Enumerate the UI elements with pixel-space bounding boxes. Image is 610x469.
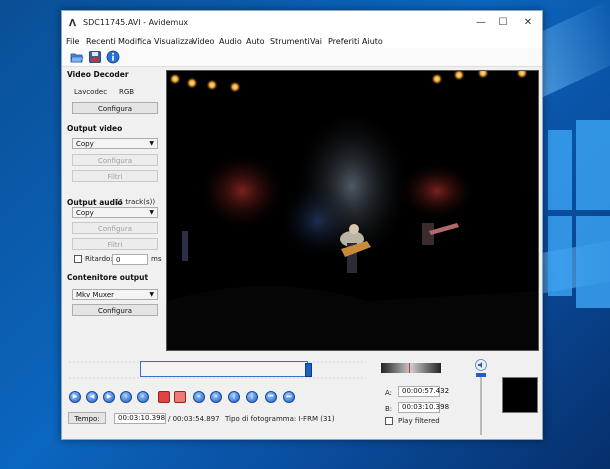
audio-configure-button[interactable]: Configura	[72, 222, 158, 234]
timeline-slider-handle[interactable]	[305, 363, 312, 377]
delay-input[interactable]: 0	[112, 254, 148, 265]
menu-video[interactable]: Video	[192, 37, 214, 46]
save-icon[interactable]	[88, 50, 102, 64]
marker-a-icon[interactable]	[158, 391, 170, 403]
play-filtered-label: Play filtered	[398, 417, 440, 425]
menu-bar: File Recenti Modifica Visualizza Video A…	[62, 35, 542, 48]
menu-file[interactable]: File	[66, 37, 79, 46]
maximize-button[interactable]: ☐	[492, 15, 514, 31]
prev-frame-icon[interactable]: ‹	[120, 391, 132, 403]
open-folder-icon[interactable]	[70, 50, 84, 64]
delay-checkbox[interactable]	[74, 255, 82, 263]
video-configure-button[interactable]: Configura	[72, 154, 158, 166]
menu-favorites[interactable]: Preferiti	[328, 37, 359, 46]
play-icon[interactable]: ▶	[69, 391, 81, 403]
container-configure-button[interactable]: Configura	[72, 304, 158, 316]
chevron-down-icon: ▼	[149, 140, 154, 147]
next-frame-icon[interactable]: ›	[137, 391, 149, 403]
concert-frame-image	[167, 71, 538, 350]
time-button[interactable]: Tempo:	[68, 412, 106, 424]
output-audio-title: Output audio	[67, 198, 123, 207]
frame-type: Tipo di fotogramma: I-FRM (31)	[225, 415, 335, 423]
histogram-bar	[381, 363, 441, 373]
container-format-select[interactable]: Mkv Muxer ▼	[72, 289, 158, 300]
menu-view[interactable]: Visualizza	[154, 37, 193, 46]
menu-help[interactable]: Aiuto	[362, 37, 383, 46]
audio-track-count: (1 track(s))	[116, 198, 156, 206]
marker-b-value: 00:03:10.398	[402, 403, 450, 411]
menu-edit[interactable]: Modifica	[118, 37, 151, 46]
video-decoder-title: Video Decoder	[67, 70, 129, 79]
delay-unit: ms	[151, 255, 162, 263]
prev-keyframe-icon[interactable]: |	[228, 391, 240, 403]
next-black-icon[interactable]: »	[210, 391, 222, 403]
marker-b-label: B:	[385, 405, 393, 413]
decoder-codec-value: RGB	[119, 88, 135, 96]
minimize-button[interactable]: —	[470, 15, 492, 31]
close-button[interactable]: ✕	[517, 15, 539, 31]
timeline-ticks-bottom	[68, 377, 366, 379]
speaker-icon[interactable]	[475, 359, 487, 371]
menu-tools[interactable]: Strumenti	[270, 37, 310, 46]
play-filtered-checkbox[interactable]	[385, 417, 393, 425]
menu-audio[interactable]: Audio	[219, 37, 242, 46]
last-frame-icon[interactable]: ⏭	[283, 391, 295, 403]
menu-auto[interactable]: Auto	[246, 37, 265, 46]
title-bar: SDC11745.AVI - Avidemux — ☐ ✕	[62, 11, 542, 35]
video-preview	[166, 70, 539, 351]
avidemux-logo-icon	[68, 18, 77, 27]
chevron-down-icon: ▼	[149, 209, 154, 216]
volume-slider-handle[interactable]	[476, 373, 486, 377]
video-codec-value: Copy	[76, 140, 94, 148]
audio-codec-value: Copy	[76, 209, 94, 217]
video-filters-button[interactable]: Filtri	[72, 170, 158, 182]
next-keyframe-icon[interactable]: |	[246, 391, 258, 403]
delay-value: 0	[116, 256, 121, 264]
current-time-value: 00:03:10.398	[118, 414, 166, 422]
video-codec-select[interactable]: Copy ▼	[72, 138, 158, 149]
forward-icon[interactable]: ▶	[103, 391, 115, 403]
app-window: SDC11745.AVI - Avidemux — ☐ ✕ File Recen…	[61, 10, 543, 440]
menu-recent[interactable]: Recenti	[86, 37, 116, 46]
selection-range	[140, 361, 308, 377]
prev-black-icon[interactable]: «	[193, 391, 205, 403]
settings-panel: Video Decoder Lavcodec RGB Configura Out…	[62, 67, 165, 347]
marker-a-label: A:	[385, 389, 393, 397]
marker-b-field[interactable]: 00:03:10.398	[398, 402, 449, 413]
chevron-down-icon: ▼	[149, 291, 154, 298]
info-icon[interactable]	[106, 50, 120, 64]
container-title: Contenitore output	[67, 273, 149, 282]
mini-preview	[502, 377, 538, 413]
marker-b-icon[interactable]	[174, 391, 186, 403]
marker-a-value: 00:00:57.432	[402, 387, 450, 395]
toolbar	[62, 48, 542, 67]
total-time: / 00:03:54.897	[168, 415, 220, 423]
marker-a-field[interactable]: 00:00:57.432	[398, 386, 449, 397]
output-video-title: Output video	[67, 124, 123, 133]
audio-filters-button[interactable]: Filtri	[72, 238, 158, 250]
container-format-value: Mkv Muxer	[76, 291, 115, 299]
current-time-field[interactable]: 00:03:10.398	[114, 413, 166, 424]
rewind-icon[interactable]: ◀	[86, 391, 98, 403]
audio-codec-select[interactable]: Copy ▼	[72, 207, 158, 218]
first-frame-icon[interactable]: ⏮	[265, 391, 277, 403]
delay-label: Ritardo:	[85, 255, 113, 263]
menu-go[interactable]: Vai	[310, 37, 322, 46]
decoder-codec-label: Lavcodec	[74, 88, 108, 96]
window-title: SDC11745.AVI - Avidemux	[83, 18, 189, 27]
volume-slider-track[interactable]	[480, 375, 482, 435]
decoder-configure-button[interactable]: Configura	[72, 102, 158, 114]
